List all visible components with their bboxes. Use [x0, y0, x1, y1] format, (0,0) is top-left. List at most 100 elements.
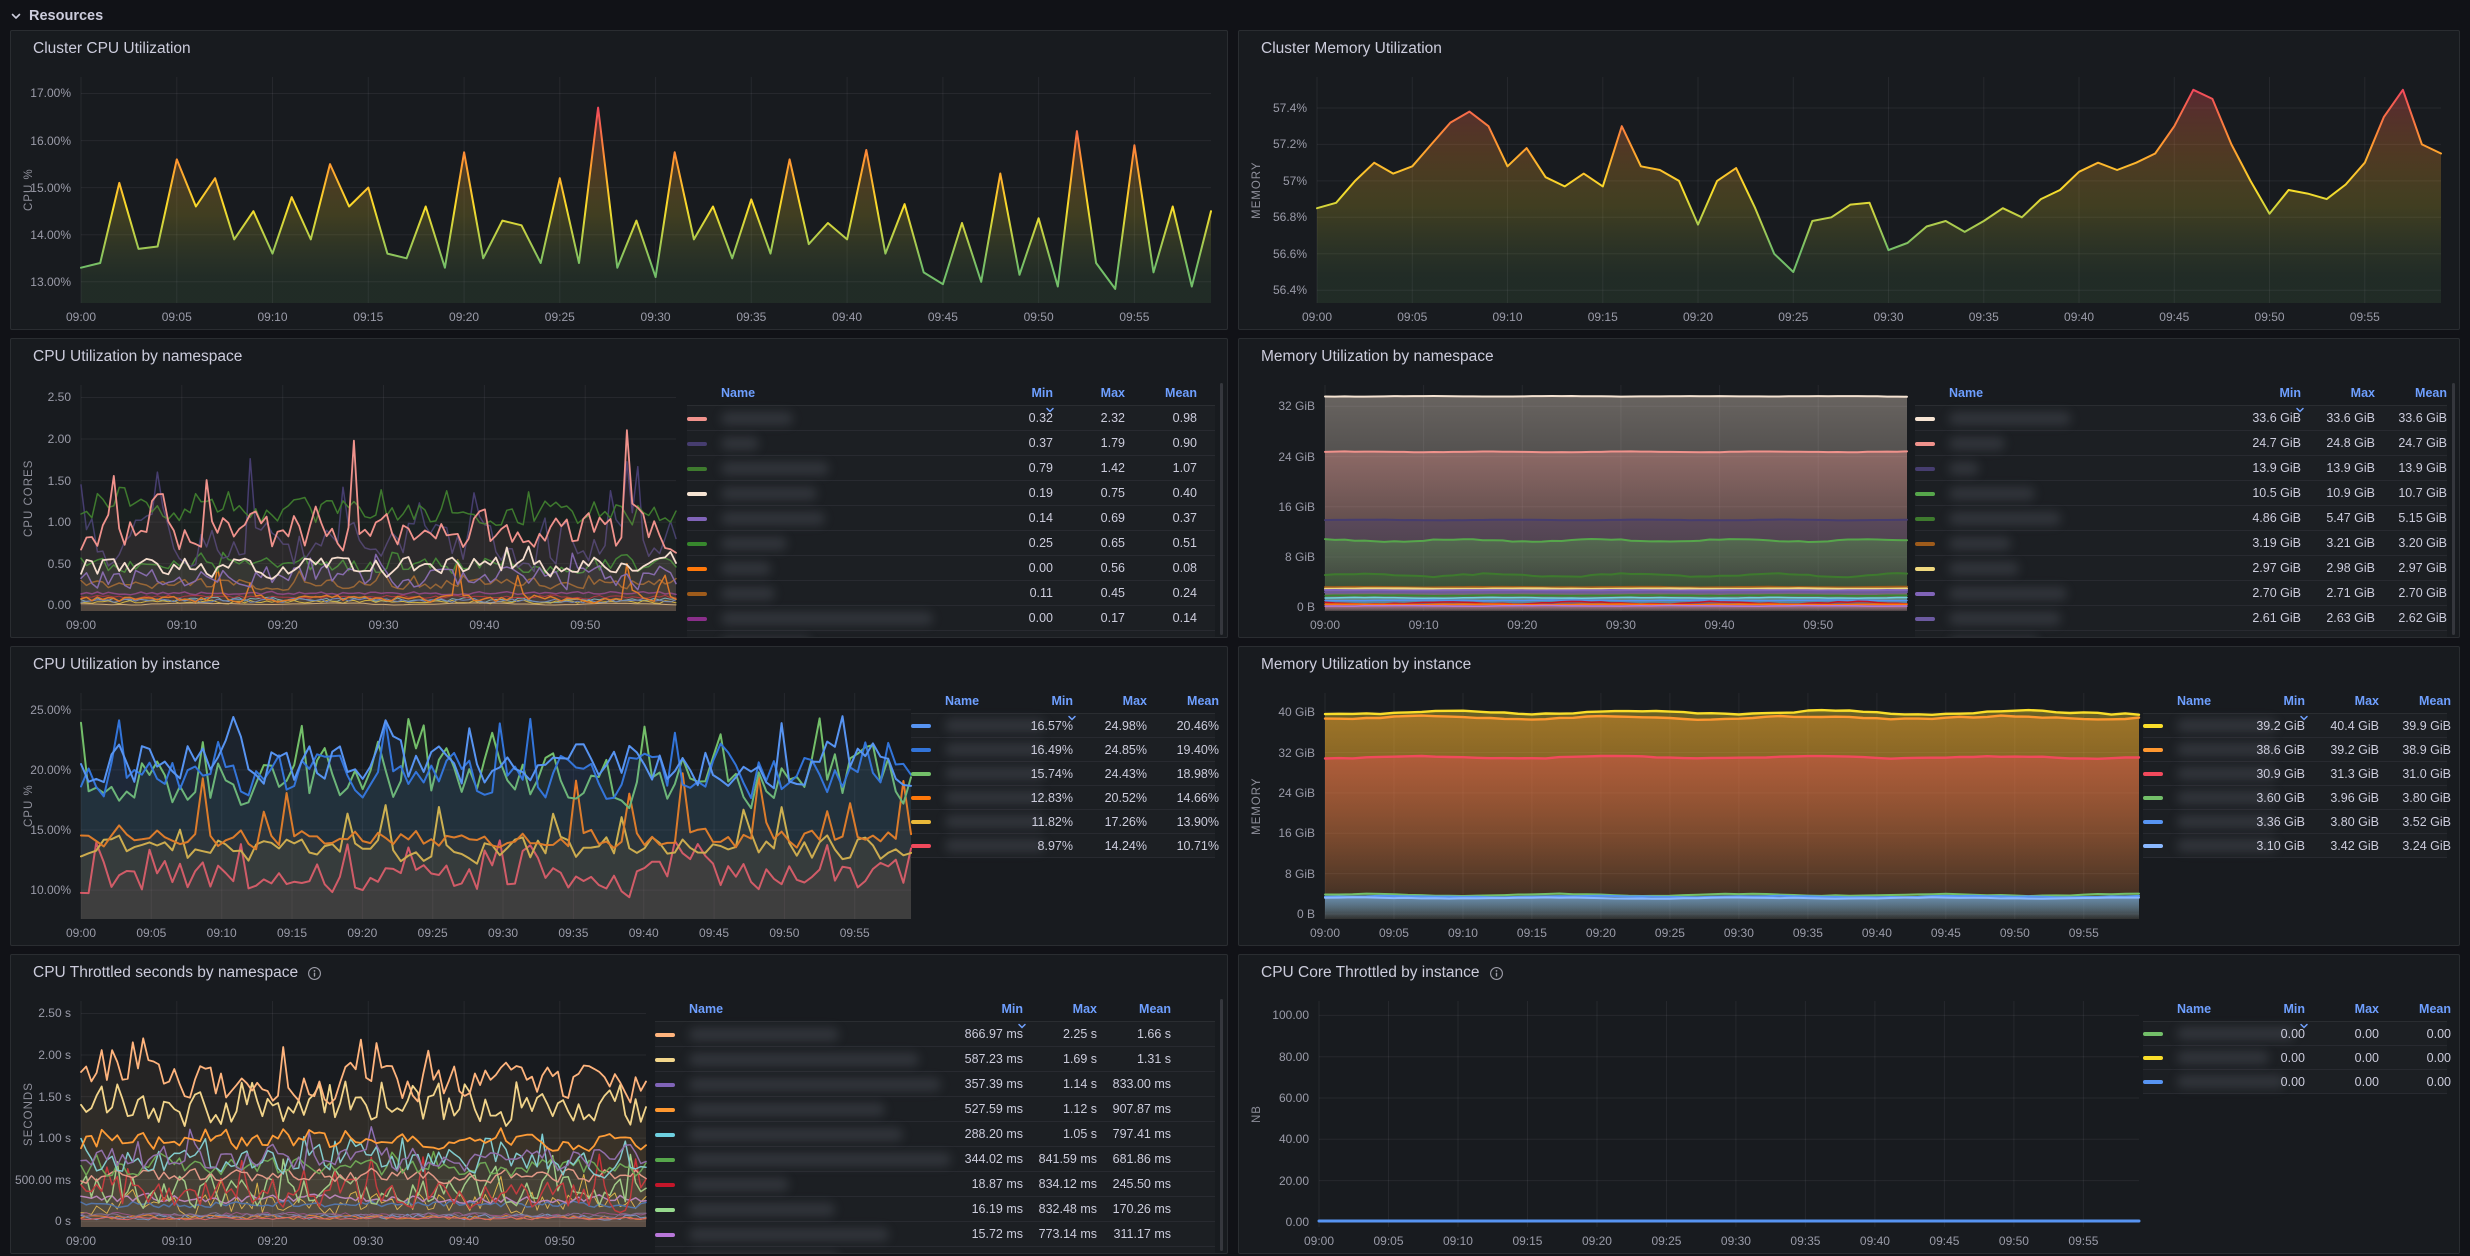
legend-col-mean[interactable]: Mean	[2363, 381, 2447, 405]
legend-col-mean[interactable]: Mean	[1087, 997, 1171, 1021]
legend-scrollbar[interactable]	[1220, 383, 1223, 635]
legend-row[interactable]: 288.20 ms1.05 s797.41 ms	[655, 1122, 1215, 1147]
legend-row[interactable]: 0.791.421.07	[687, 456, 1215, 481]
legend-col-min[interactable]: Min	[939, 997, 1023, 1021]
legend-col-mean[interactable]: Mean	[1113, 381, 1197, 405]
legend-value-mean: 18.98%	[1135, 762, 1219, 786]
legend-row[interactable]: 3.36 GiB3.80 GiB3.52 GiB	[2143, 810, 2447, 834]
legend-row[interactable]: 1.51 GiB1.52 GiB1.52 GiB	[1915, 631, 2447, 638]
legend-row[interactable]: 3.60 GiB3.96 GiB3.80 GiB	[2143, 786, 2447, 810]
legend-col-min[interactable]: Min	[2221, 997, 2305, 1021]
series-color-swatch	[1915, 617, 1935, 621]
legend-value-mean: 38.9 GiB	[2367, 738, 2451, 762]
legend-row[interactable]: 10.5 GiB10.9 GiB10.7 GiB	[1915, 481, 2447, 506]
series-color-swatch	[2143, 1032, 2163, 1036]
panel-title-text[interactable]: Memory Utilization by instance	[1261, 656, 1471, 674]
legend-row[interactable]: 2.97 GiB2.98 GiB2.97 GiB	[1915, 556, 2447, 581]
legend-row[interactable]: 587.23 ms1.69 s1.31 s	[655, 1047, 1215, 1072]
panel-title-text[interactable]: CPU Utilization by instance	[33, 656, 220, 674]
legend-row[interactable]: 30.9 GiB31.3 GiB31.0 GiB	[2143, 762, 2447, 786]
legend-row[interactable]: 0.000.560.08	[687, 556, 1215, 581]
legend-row[interactable]: 11.82%17.26%13.90%	[911, 810, 1215, 834]
series-name-redacted	[1949, 562, 2019, 575]
legend-value-min: 866.97 ms	[939, 1022, 1023, 1047]
panel-title-text[interactable]: Cluster CPU Utilization	[33, 40, 191, 58]
legend-col-name[interactable]: Name	[945, 689, 979, 713]
legend-col-min[interactable]: Min	[2217, 381, 2301, 405]
panel-title-text[interactable]: CPU Core Throttled by instance	[1261, 964, 1480, 982]
panel-title-text[interactable]: CPU Throttled seconds by namespace	[33, 964, 298, 982]
chart-canvas[interactable]	[1317, 77, 2441, 303]
legend-col-name[interactable]: Name	[1949, 381, 1983, 405]
legend-col-name[interactable]: Name	[689, 997, 723, 1021]
legend-row[interactable]: 12.83%20.52%14.66%	[911, 786, 1215, 810]
panel-header-cluster-cpu-utilization: Cluster CPU Utilization	[33, 40, 191, 58]
series-name-redacted	[721, 462, 829, 475]
legend-value-min: 16.19 ms	[939, 1197, 1023, 1222]
legend-col-max[interactable]: Max	[1013, 997, 1097, 1021]
panel-title-text[interactable]: CPU Utilization by namespace	[33, 348, 242, 366]
legend-row[interactable]: 0.110.450.24	[687, 581, 1215, 606]
series-name-redacted	[689, 1128, 903, 1141]
chart-canvas[interactable]	[81, 77, 1211, 303]
series-fill	[1317, 90, 2441, 303]
legend-row[interactable]: 0.322.320.98	[687, 406, 1215, 431]
legend-col-mean[interactable]: Mean	[2367, 689, 2451, 713]
legend-row[interactable]: 0.140.690.37	[687, 506, 1215, 531]
legend-value-max: 841.59 ms	[1013, 1147, 1097, 1172]
legend-row[interactable]: 15.72 ms773.14 ms311.17 ms	[655, 1222, 1215, 1247]
legend-row[interactable]: 13.9 GiB13.9 GiB13.9 GiB	[1915, 456, 2447, 481]
legend-row[interactable]: 0.250.650.51	[687, 531, 1215, 556]
series-color-swatch	[687, 492, 707, 496]
legend-row[interactable]: 3.10 GiB3.42 GiB3.24 GiB	[2143, 834, 2447, 858]
legend-value-mean: 797.41 ms	[1087, 1122, 1171, 1147]
legend-col-name[interactable]: Name	[721, 381, 755, 405]
legend-row[interactable]: 2.70 GiB2.71 GiB2.70 GiB	[1915, 581, 2447, 606]
panel-title-text[interactable]: Cluster Memory Utilization	[1261, 40, 1442, 58]
legend-row[interactable]: 3.19 GiB3.21 GiB3.20 GiB	[1915, 531, 2447, 556]
legend-row[interactable]: 0.000.000.00	[2143, 1070, 2447, 1094]
series-color-swatch	[687, 442, 707, 446]
legend-col-min[interactable]: Min	[989, 689, 1073, 713]
legend-value-min: 38.6 GiB	[2221, 738, 2305, 762]
legend-row[interactable]: 8.97%14.24%10.71%	[911, 834, 1215, 858]
legend-row[interactable]: 2.61 GiB2.63 GiB2.62 GiB	[1915, 606, 2447, 631]
legend-row[interactable]: 24.7 GiB24.8 GiB24.7 GiB	[1915, 431, 2447, 456]
legend-row[interactable]: 16.57%24.98%20.46%	[911, 714, 1215, 738]
legend-row[interactable]: 0.000.000.00	[2143, 1046, 2447, 1070]
legend-col-mean[interactable]: Mean	[1135, 689, 1219, 713]
panel-info-icon[interactable]	[1489, 966, 1504, 981]
panel-info-icon[interactable]	[307, 966, 322, 981]
info-icon[interactable]	[1489, 966, 1504, 981]
legend-row[interactable]: 357.39 ms1.14 s833.00 ms	[655, 1072, 1215, 1097]
legend-row[interactable]: 344.02 ms841.59 ms681.86 ms	[655, 1147, 1215, 1172]
legend-value-min: 16.57%	[989, 714, 1073, 738]
legend-scrollbar[interactable]	[1220, 999, 1223, 1251]
legend-row[interactable]: 33.6 GiB33.6 GiB33.6 GiB	[1915, 406, 2447, 431]
legend-row[interactable]: 16.49%24.85%19.40%	[911, 738, 1215, 762]
legend-scrollbar[interactable]	[2452, 383, 2455, 635]
legend-row[interactable]: 0.190.750.40	[687, 481, 1215, 506]
info-icon[interactable]	[307, 966, 322, 981]
legend-row[interactable]: 15.10 ms757.33 ms298.62 ms	[655, 1247, 1215, 1254]
legend-col-mean[interactable]: Mean	[2367, 997, 2451, 1021]
legend-row[interactable]: 4.86 GiB5.47 GiB5.15 GiB	[1915, 506, 2447, 531]
legend-row[interactable]: 18.87 ms834.12 ms245.50 ms	[655, 1172, 1215, 1197]
legend-row[interactable]: 0.000.170.14	[687, 606, 1215, 631]
series-color-swatch	[2143, 1080, 2163, 1084]
legend-row[interactable]: 0.371.790.90	[687, 431, 1215, 456]
legend-value-mean: 681.86 ms	[1087, 1147, 1171, 1172]
legend-col-name[interactable]: Name	[2177, 689, 2211, 713]
legend-col-min[interactable]: Min	[2221, 689, 2305, 713]
legend-row[interactable]: 15.74%24.43%18.98%	[911, 762, 1215, 786]
panel-title-text[interactable]: Memory Utilization by namespace	[1261, 348, 1494, 366]
row-header-resources[interactable]: Resources	[10, 4, 103, 28]
legend-row[interactable]: 38.6 GiB39.2 GiB38.9 GiB	[2143, 738, 2447, 762]
legend-row[interactable]: 866.97 ms2.25 s1.66 s	[655, 1022, 1215, 1047]
legend-col-name[interactable]: Name	[2177, 997, 2211, 1021]
legend-row[interactable]: 0.020.130.11	[687, 631, 1215, 638]
legend-row[interactable]: 0.000.000.00	[2143, 1022, 2447, 1046]
legend-row[interactable]: 16.19 ms832.48 ms170.26 ms	[655, 1197, 1215, 1222]
legend-row[interactable]: 39.2 GiB40.4 GiB39.9 GiB	[2143, 714, 2447, 738]
legend-row[interactable]: 527.59 ms1.12 s907.87 ms	[655, 1097, 1215, 1122]
